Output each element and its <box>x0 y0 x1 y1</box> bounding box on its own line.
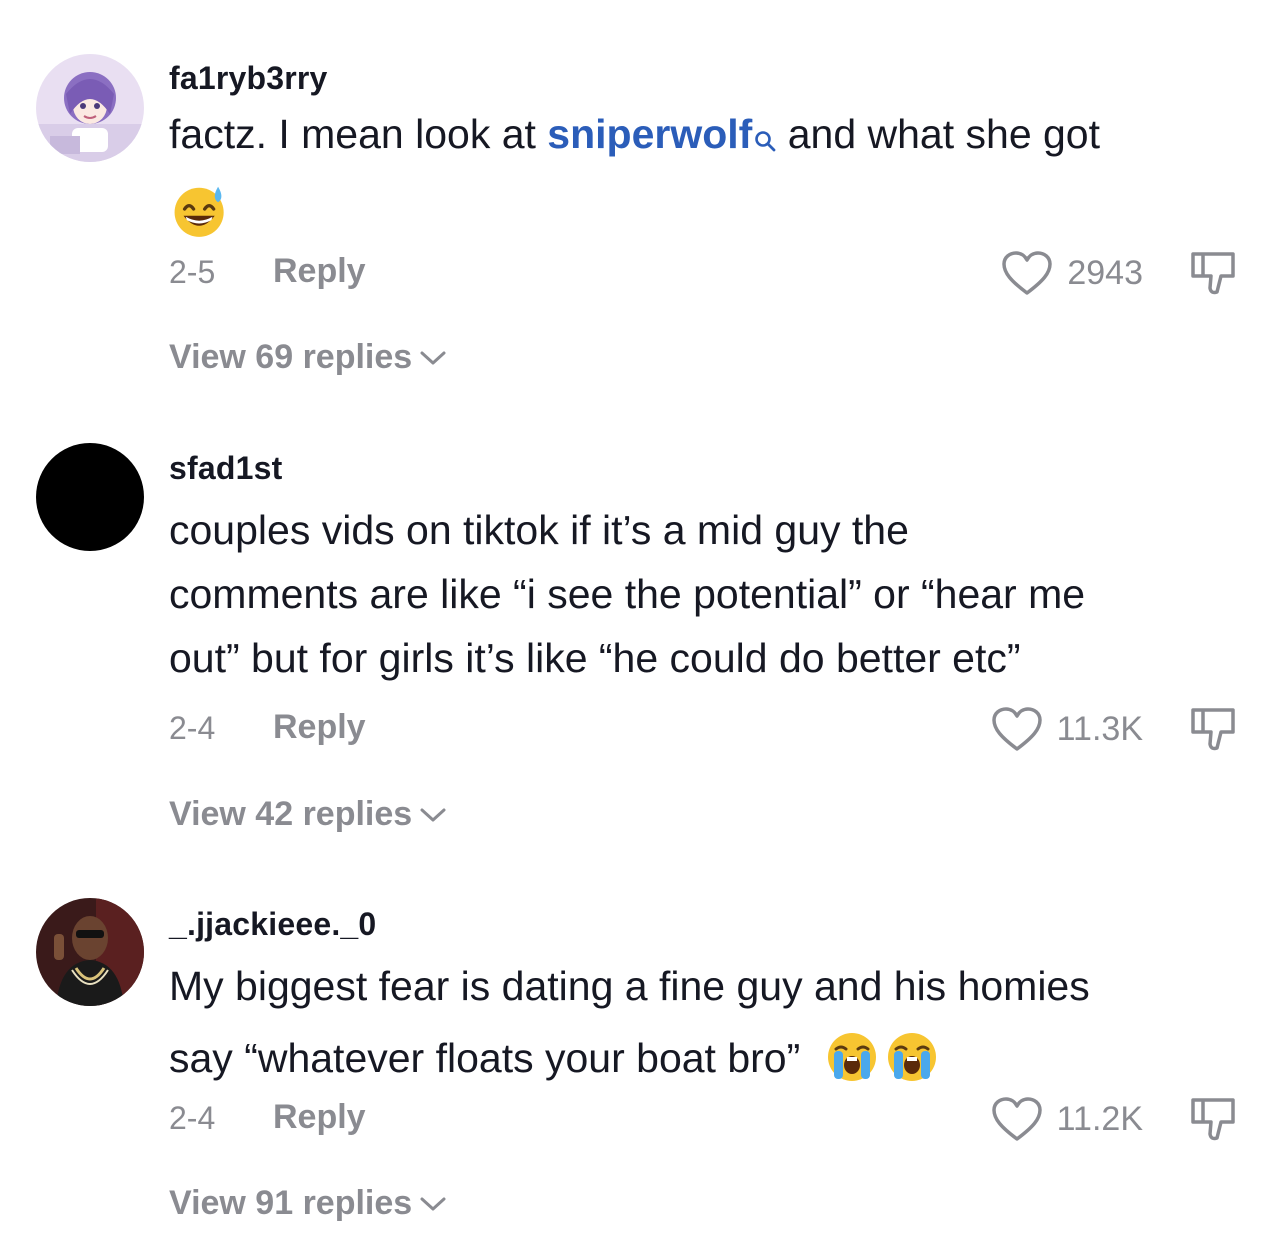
comment-text: couples vids on tiktok if it’s a mid guy… <box>169 498 1249 690</box>
grinning-sweat-emoji-icon <box>174 186 224 237</box>
comment-text-line: My biggest fear is dating a fine guy and… <box>169 963 1090 1009</box>
view-replies-button[interactable]: View 69 replies <box>169 338 448 377</box>
search-icon <box>754 106 776 170</box>
comment-text-part: and what she got <box>776 111 1101 157</box>
loudly-crying-face-emoji-icon <box>887 1033 936 1082</box>
loudly-crying-face-emoji-icon <box>827 1033 876 1082</box>
like-button[interactable]: 11.2K <box>991 1094 1143 1144</box>
comment-text: My biggest fear is dating a fine guy and… <box>169 954 1249 1090</box>
comment-meta: 2-4 Reply 11.2K <box>169 1094 1239 1144</box>
avatar-photo-image <box>36 898 144 1006</box>
like-button[interactable]: 11.3K <box>991 704 1143 754</box>
view-replies-label: View 91 replies <box>169 1184 413 1222</box>
chevron-down-icon <box>420 1197 446 1210</box>
like-count: 11.3K <box>1056 709 1143 748</box>
heart-outline-icon <box>991 707 1042 751</box>
mention-link[interactable]: sniperwolf <box>547 111 776 157</box>
chevron-down-icon <box>420 351 446 364</box>
view-replies-button[interactable]: View 91 replies <box>169 1184 448 1223</box>
thumbs-down-outline-icon[interactable] <box>1189 1094 1239 1144</box>
reply-button[interactable]: Reply <box>273 252 366 291</box>
comment-text-part: factz. I mean look at <box>169 111 548 157</box>
comment-text-line: comments are like “i see the potential” … <box>169 571 1086 617</box>
view-replies-button[interactable]: View 42 replies <box>169 795 448 834</box>
comment-text-line: couples vids on tiktok if it’s a mid guy… <box>169 507 909 553</box>
heart-outline-icon <box>1002 251 1053 295</box>
thumbs-down-outline-icon[interactable] <box>1189 248 1239 298</box>
comment-date: 2-5 <box>169 254 216 290</box>
comment-text-line: out” but for girls it’s like “he could d… <box>169 635 1021 681</box>
thumbs-down-outline-icon[interactable] <box>1189 704 1239 754</box>
chevron-down-icon <box>420 808 446 821</box>
username[interactable]: _.jjackieee._0 <box>169 906 376 943</box>
comment-text-part: say “whatever floats your boat bro” <box>169 1035 801 1081</box>
like-count: 11.2K <box>1056 1099 1143 1138</box>
comment-date: 2-4 <box>169 710 216 746</box>
reply-button[interactable]: Reply <box>273 1098 366 1137</box>
emoji-row <box>169 180 227 238</box>
reply-button[interactable]: Reply <box>273 708 366 747</box>
username[interactable]: sfad1st <box>169 450 282 487</box>
avatar-anime-image <box>36 54 144 162</box>
username[interactable]: fa1ryb3rry <box>169 60 328 97</box>
view-replies-label: View 42 replies <box>169 795 413 833</box>
comment-meta: 2-5 Reply 2943 <box>169 248 1239 298</box>
comment-meta: 2-4 Reply 11.3K <box>169 704 1239 754</box>
heart-outline-icon <box>991 1097 1042 1141</box>
comment-text-line: say “whatever floats your boat bro” <box>169 1026 1249 1090</box>
like-button[interactable]: 2943 <box>1001 248 1143 298</box>
comment-text: factz. I mean look at sniperwolf and wha… <box>169 102 1249 166</box>
avatar[interactable] <box>36 898 144 1006</box>
like-count: 2943 <box>1067 253 1143 292</box>
avatar[interactable] <box>36 54 144 162</box>
comment-date: 2-4 <box>169 1100 216 1136</box>
avatar[interactable] <box>36 443 144 551</box>
mention-label: sniperwolf <box>547 111 753 157</box>
view-replies-label: View 69 replies <box>169 338 413 376</box>
